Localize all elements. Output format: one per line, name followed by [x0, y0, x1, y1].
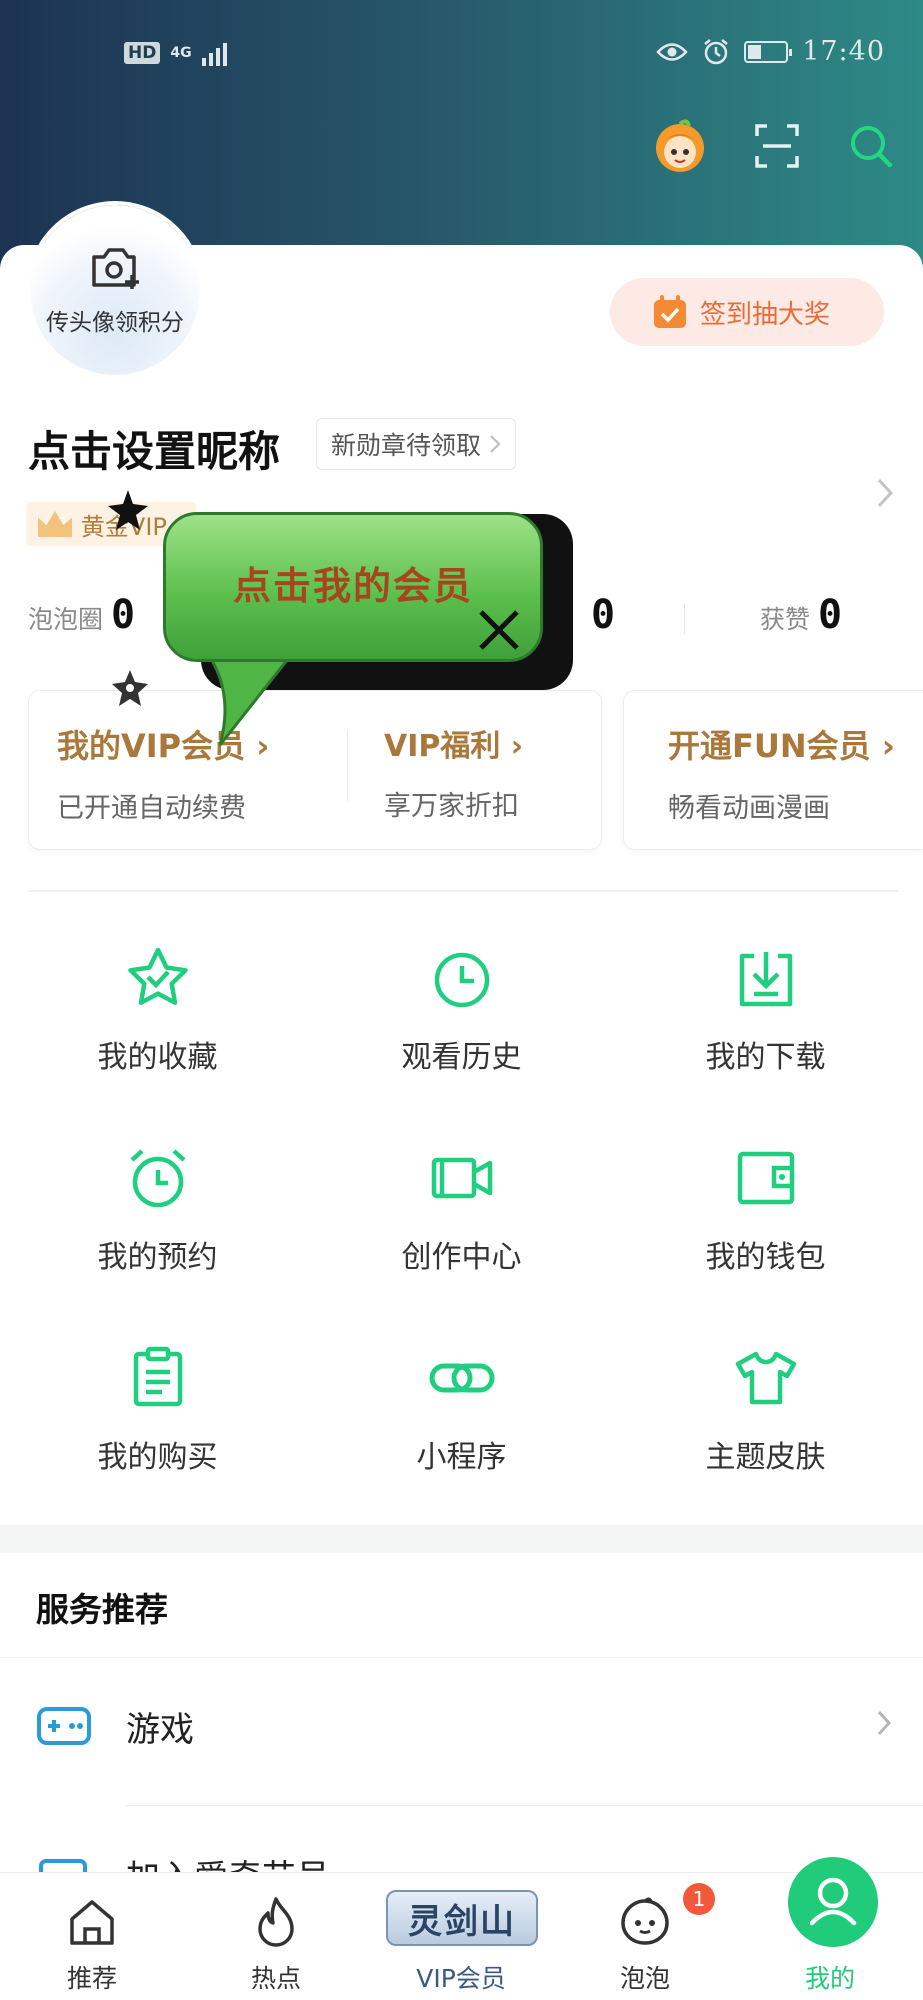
- tab-hot[interactable]: 热点: [201, 1873, 351, 2000]
- gamepad-icon: [37, 1707, 91, 1745]
- tab-label: 热点: [250, 1964, 301, 1993]
- alarm-icon: [130, 1149, 186, 1208]
- grid-label: 我的下载: [705, 1040, 826, 1075]
- star-decoration-icon: [108, 490, 148, 530]
- grid-item-themes[interactable]: 主题皮肤: [612, 1330, 919, 1510]
- tab-me-active-indicator[interactable]: [788, 1857, 878, 1947]
- grid-label: 我的购买: [97, 1440, 218, 1475]
- stat-value: 0: [818, 592, 843, 638]
- star-icon: [128, 947, 188, 1005]
- close-icon[interactable]: [477, 608, 521, 652]
- wallet-icon: [737, 1151, 795, 1205]
- divider: [28, 890, 898, 892]
- clock-icon: [434, 952, 490, 1008]
- popup-tail: [203, 650, 295, 746]
- stat-label: 获赞: [760, 605, 811, 634]
- tab-label: VIP会员: [416, 1964, 506, 1993]
- signin-label: 签到抽大奖: [700, 299, 831, 330]
- battery-icon: [744, 40, 793, 63]
- stat-value: 0: [591, 592, 616, 638]
- grid-item-wallet[interactable]: 我的钱包: [612, 1130, 919, 1310]
- star-decoration-icon: [112, 670, 148, 706]
- clipboard-icon: [133, 1346, 183, 1407]
- chevron-right-icon: [490, 435, 501, 453]
- service-item-join[interactable]: 加入爱奇艺号: [0, 1806, 923, 1876]
- grid-label: 创作中心: [401, 1240, 522, 1275]
- tshirt-icon: [735, 1351, 797, 1405]
- crown-icon: [38, 511, 72, 537]
- new-medal-chip[interactable]: 新勋章待领取: [316, 418, 517, 470]
- status-bar: HD 4G 17:40: [0, 30, 923, 86]
- tab-recommend[interactable]: 推荐: [17, 1873, 167, 2000]
- grid-label: 我的预约: [97, 1240, 218, 1275]
- header-actions: [653, 118, 895, 174]
- eye-icon: [656, 42, 688, 61]
- calendar-check-icon: [654, 295, 686, 328]
- grid-item-reservations[interactable]: 我的预约: [4, 1130, 311, 1310]
- service-item-games[interactable]: 游戏: [0, 1658, 923, 1798]
- fun-vip-sub: 畅看动画漫画: [668, 793, 830, 824]
- stat-label: 泡泡圈: [28, 605, 104, 634]
- nickname[interactable]: 点击设置昵称: [28, 418, 280, 479]
- scan-icon[interactable]: [753, 122, 801, 170]
- clock: 17:40: [802, 36, 885, 67]
- section-gap: [0, 1525, 923, 1553]
- search-icon[interactable]: [847, 122, 895, 170]
- status-left: HD 4G: [124, 40, 227, 66]
- grid-label: 主题皮肤: [705, 1440, 826, 1475]
- grid-item-mini-programs[interactable]: 小程序: [308, 1330, 615, 1510]
- grid-item-creator-center[interactable]: 创作中心: [308, 1130, 615, 1310]
- medal-label: 新勋章待领取: [331, 431, 482, 460]
- home-icon: [70, 1900, 114, 1945]
- my-vip-sub: 已开通自动续费: [57, 793, 246, 824]
- hd-badge: HD: [124, 42, 161, 64]
- status-right: 17:40: [656, 36, 885, 67]
- alarm-status-icon: [704, 38, 728, 64]
- grid-item-downloads[interactable]: 我的下载: [612, 930, 919, 1110]
- services-title: 服务推荐: [36, 1590, 168, 1629]
- download-icon: [739, 952, 793, 1007]
- video-camera-icon: [431, 1157, 493, 1199]
- profile-chevron-icon[interactable]: [877, 478, 893, 508]
- vip-tab-logo[interactable]: 灵剑山: [386, 1890, 538, 1946]
- stat-likes[interactable]: 获赞 0: [760, 592, 842, 638]
- notification-badge: 1: [683, 1883, 715, 1915]
- chevron-right-icon: [877, 1710, 891, 1736]
- flame-icon: [258, 1897, 294, 1947]
- camera-add-icon: [92, 248, 139, 289]
- signal-icon: [201, 40, 227, 66]
- tab-label: 泡泡: [619, 1964, 670, 1993]
- bubble-face-icon: [621, 1897, 669, 1945]
- fun-vip-link[interactable]: 开通FUN会员 ›: [668, 721, 895, 767]
- vip-card-fun[interactable]: 开通FUN会员 › 畅看动画漫画: [623, 690, 923, 850]
- grid-label: 小程序: [416, 1440, 507, 1475]
- avatar-label: 传头像领积分: [46, 310, 184, 336]
- grid-item-favorites[interactable]: 我的收藏: [4, 930, 311, 1110]
- grid-label: 我的钱包: [705, 1240, 826, 1275]
- tab-label: 推荐: [66, 1964, 117, 1993]
- grid-label: 我的收藏: [97, 1040, 218, 1075]
- stat-middle[interactable]: 0: [583, 592, 615, 638]
- tab-label: 我的: [804, 1964, 855, 1993]
- guide-popup[interactable]: 点击我的会员: [115, 500, 585, 760]
- popup-text: 点击我的会员: [232, 564, 473, 608]
- grid-item-purchases[interactable]: 我的购买: [4, 1330, 311, 1510]
- mascot-icon[interactable]: [653, 118, 707, 174]
- service-label: 游戏: [126, 1710, 194, 1750]
- vip-benefit-sub: 享万家折扣: [384, 791, 519, 822]
- stat-divider: [684, 604, 685, 634]
- user-icon: [809, 1877, 857, 1926]
- grid-label: 观看历史: [401, 1040, 522, 1075]
- grid-item-history[interactable]: 观看历史: [308, 930, 615, 1110]
- link-icon: [429, 1363, 495, 1393]
- network-type: 4G: [170, 45, 192, 61]
- signin-lottery-button[interactable]: 签到抽大奖: [610, 278, 884, 346]
- avatar[interactable]: 传头像领积分: [30, 205, 200, 375]
